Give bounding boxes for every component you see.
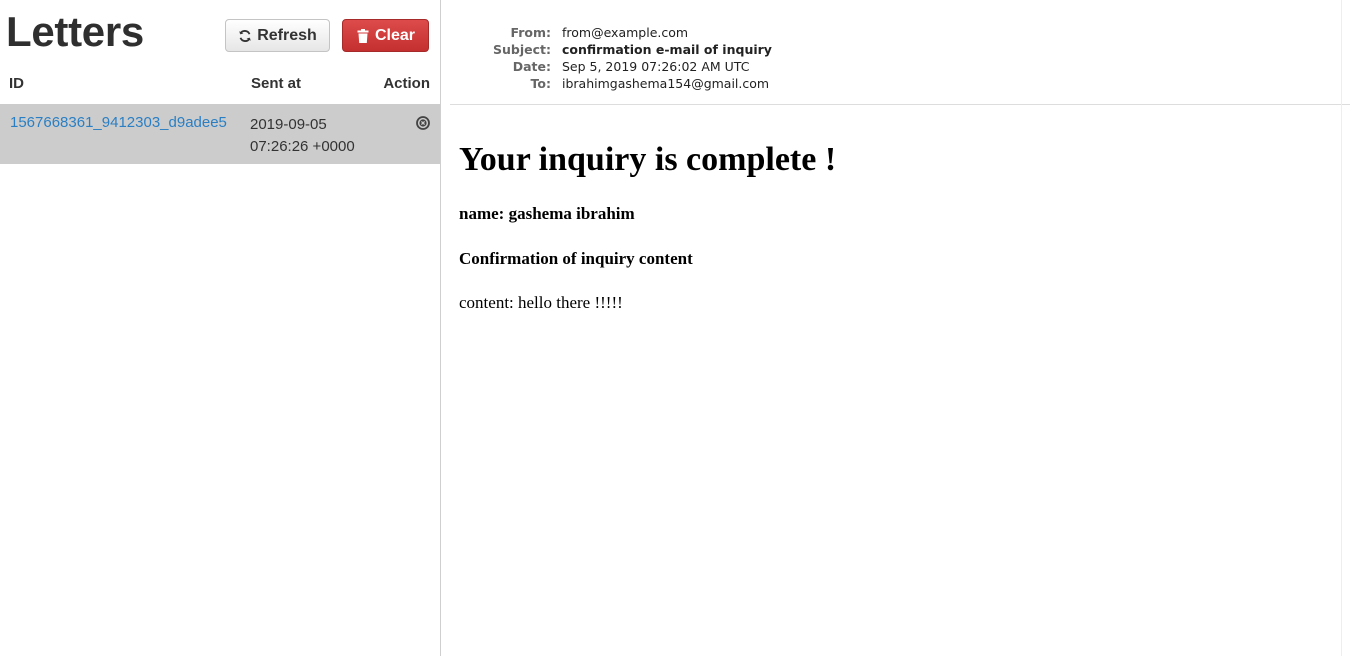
clear-button[interactable]: Clear: [342, 19, 429, 52]
refresh-icon: [238, 28, 252, 44]
message-heading: Your inquiry is complete !: [459, 141, 837, 178]
column-header-id[interactable]: ID: [9, 75, 24, 92]
app-title: Letters: [6, 8, 144, 55]
letter-sent-time: 07:26:26 +0000: [250, 138, 355, 155]
letter-sent-date: 2019-09-05: [250, 116, 327, 133]
table-row[interactable]: 1567668361_9412303_d9adee5 2019-09-05 07…: [0, 104, 440, 164]
remove-circle-icon[interactable]: [415, 115, 431, 131]
message-body: Your inquiry is complete ! name: gashema…: [459, 132, 837, 312]
message-scrollbar[interactable]: [1341, 0, 1352, 656]
trash-icon: [356, 28, 370, 44]
clear-button-label: Clear: [374, 26, 416, 44]
letter-sent-at: 2019-09-05 07:26:26 +0000: [250, 114, 355, 158]
letters-sidebar: Letters Refresh Clear ID Sent at Action: [0, 0, 441, 656]
header-from-value: from@example.com: [562, 25, 689, 40]
message-headers: From: from@example.com Subject: confirma…: [450, 0, 1350, 105]
header-subject-label: Subject:: [493, 42, 551, 57]
refresh-button[interactable]: Refresh: [225, 19, 330, 52]
header-date-label: Date:: [512, 59, 551, 74]
letters-table-header: ID Sent at Action: [0, 72, 440, 105]
column-header-action: Action: [383, 75, 430, 92]
header-to-label: To:: [530, 76, 551, 91]
header-from-label: From:: [510, 25, 551, 40]
refresh-button-label: Refresh: [257, 26, 317, 44]
header-to-value: ibrahimgashema154@gmail.com: [562, 76, 770, 91]
letter-id-link[interactable]: 1567668361_9412303_d9adee5: [10, 114, 227, 131]
message-content-line: content: hello there !!!!!: [459, 293, 623, 312]
column-header-sent-at[interactable]: Sent at: [251, 75, 301, 92]
message-pane: From: from@example.com Subject: confirma…: [441, 0, 1352, 656]
header-date-value: Sep 5, 2019 07:26:02 AM UTC: [562, 59, 750, 74]
header-subject-value: confirmation e-mail of inquiry: [562, 42, 772, 57]
message-section-title: Confirmation of inquiry content: [459, 249, 693, 268]
message-name-line: name: gashema ibrahim: [459, 204, 635, 223]
